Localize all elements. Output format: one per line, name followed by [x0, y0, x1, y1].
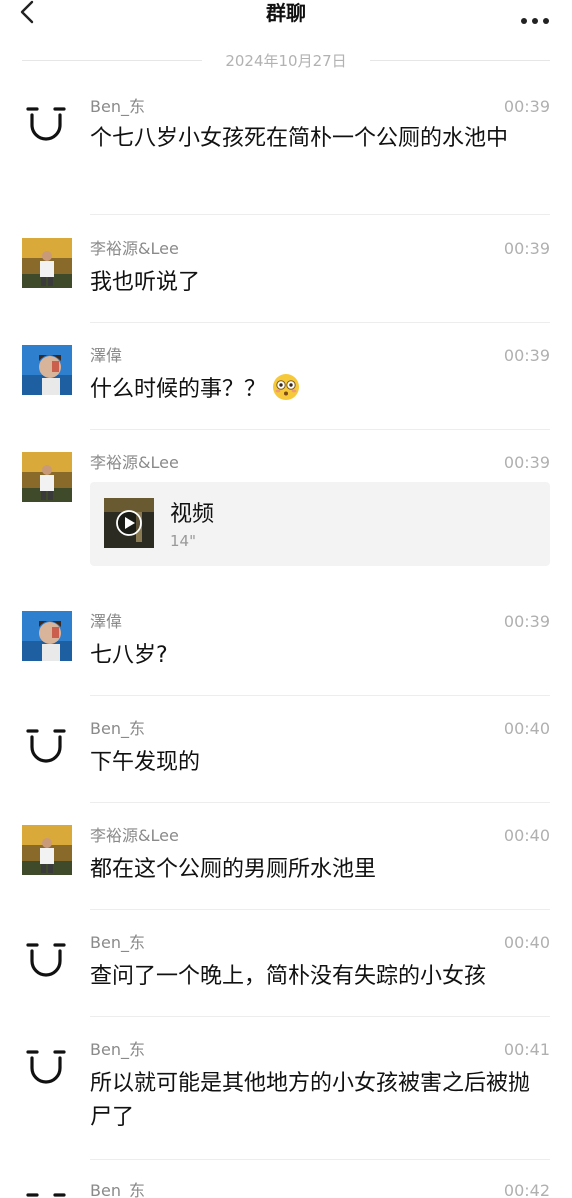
message-text: 查问了一个晚上，简朴没有失踪的小女孩	[90, 964, 487, 989]
avatar[interactable]	[22, 96, 72, 146]
message-text: 所以就可能是其他地方的小女孩被害之后被抛尸了	[90, 1071, 531, 1130]
message-time: 00:39	[503, 346, 550, 365]
sender-name: Ben_东	[90, 1040, 145, 1059]
smiley-avatar-icon	[22, 932, 72, 982]
sender-name: Ben_东	[90, 719, 145, 738]
avatar[interactable]	[22, 718, 72, 768]
sender-name: 李裕源&Lee	[90, 453, 179, 472]
message-time: 00:42	[503, 1181, 550, 1198]
row-divider	[90, 802, 550, 803]
message-text: 七八岁?	[90, 643, 168, 668]
message-row: Ben_东 00:40 下午发现的	[0, 718, 572, 804]
smiley-avatar-icon	[22, 1039, 72, 1089]
video-title: 视频	[170, 502, 215, 527]
message-text: 下午发现的	[90, 750, 201, 775]
row-divider	[90, 909, 550, 910]
group-chat-screen: 群聊 2024年10月27日 Ben_东 00:39 个七八岁小女孩死在简朴一个…	[0, 0, 572, 1198]
message-text: 个七八岁小女孩死在简朴一个公厕的水池中	[90, 126, 509, 151]
message-time: 00:39	[503, 239, 550, 258]
avatar[interactable]	[22, 932, 72, 982]
video-thumbnail	[104, 498, 154, 548]
video-duration: 14"	[170, 532, 196, 550]
person-photo-avatar	[22, 825, 72, 875]
message-time: 00:39	[503, 453, 550, 472]
message-row: Ben_东 00:40 查问了一个晚上，简朴没有失踪的小女孩	[0, 932, 572, 1018]
person-photo-avatar	[22, 452, 72, 502]
avatar[interactable]	[22, 825, 72, 875]
top-bar: 群聊	[0, 0, 572, 30]
message-row: 李裕源&Lee 00:40 都在这个公厕的男厕所水池里	[0, 825, 572, 911]
sender-name: Ben_东	[90, 933, 145, 952]
message-time: 00:39	[503, 612, 550, 631]
avatar[interactable]	[22, 1039, 72, 1089]
flushed-face-emoji-icon	[273, 374, 300, 400]
sender-name: 李裕源&Lee	[90, 826, 179, 845]
message-row: 澤偉 00:39 七八岁?	[0, 611, 572, 697]
smiley-avatar-icon	[22, 718, 72, 768]
play-icon	[104, 498, 154, 548]
avatar[interactable]	[22, 345, 72, 395]
sender-name: Ben_东	[90, 1181, 145, 1198]
person-photo-avatar	[22, 238, 72, 288]
person-photo-avatar	[22, 611, 72, 661]
message-time: 00:40	[503, 719, 550, 738]
more-dots-icon	[521, 18, 549, 24]
divider-line	[370, 60, 550, 61]
more-button[interactable]	[520, 10, 550, 24]
video-message-card[interactable]: 视频 14"	[90, 482, 550, 566]
row-divider	[90, 1159, 550, 1160]
row-divider	[90, 429, 550, 430]
row-divider	[90, 322, 550, 323]
sender-name: Ben_东	[90, 97, 145, 116]
avatar[interactable]	[22, 1182, 72, 1198]
date-divider: 2024年10月27日	[22, 48, 550, 72]
message-text: 都在这个公厕的男厕所水池里	[90, 857, 377, 882]
person-photo-avatar	[22, 345, 72, 395]
message-row: 李裕源&Lee 00:39 我也听说了	[0, 238, 572, 324]
avatar[interactable]	[22, 238, 72, 288]
avatar[interactable]	[22, 452, 72, 502]
message-row: 李裕源&Lee 00:39 视频 14"	[0, 452, 572, 592]
message-row: Ben_东 00:39 个七八岁小女孩死在简朴一个公厕的水池中	[0, 96, 572, 216]
sender-name: 李裕源&Lee	[90, 239, 179, 258]
smiley-avatar-icon	[22, 1182, 72, 1198]
message-time: 00:40	[503, 933, 550, 952]
message-row: Ben_东 00:42	[0, 1180, 572, 1198]
message-text: 我也听说了	[90, 270, 201, 295]
sender-name: 澤偉	[90, 612, 123, 631]
sender-name: 澤偉	[90, 346, 123, 365]
message-text: 什么时候的事？？	[90, 373, 542, 407]
message-time: 00:39	[503, 97, 550, 116]
message-text-content: 什么时候的事？？	[90, 377, 267, 402]
row-divider	[90, 1016, 550, 1017]
smiley-avatar-icon	[22, 96, 72, 146]
row-divider	[90, 214, 550, 215]
message-row: Ben_东 00:41 所以就可能是其他地方的小女孩被害之后被抛尸了	[0, 1039, 572, 1163]
message-time: 00:41	[503, 1040, 550, 1059]
message-time: 00:40	[503, 826, 550, 845]
message-row: 澤偉 00:39 什么时候的事？？	[0, 345, 572, 431]
avatar[interactable]	[22, 611, 72, 661]
page-title: 群聊	[266, 1, 306, 25]
row-divider	[90, 695, 550, 696]
